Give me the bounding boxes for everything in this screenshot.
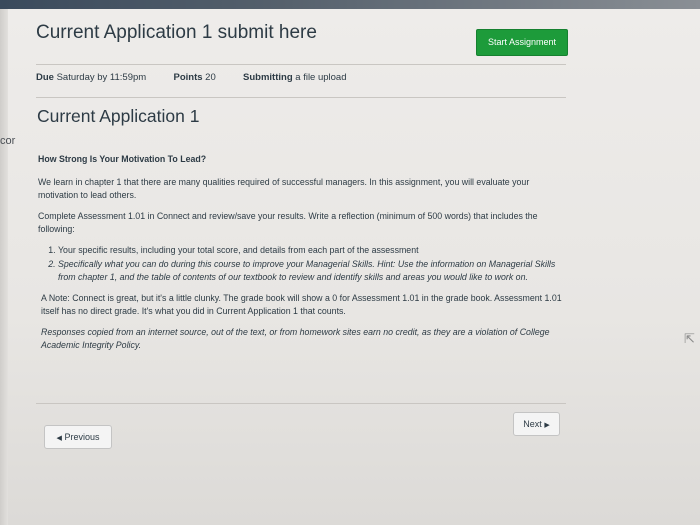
next-label: Next [523,419,542,429]
previous-label: Previous [64,432,100,442]
description-heading: How Strong Is Your Motivation To Lead? [38,154,207,164]
submitting-label: Submitting [243,72,293,83]
cursor-icon: ⇱ [684,331,695,346]
sidebar-item-fragment[interactable]: cor [0,135,15,147]
points-value: 20 [205,72,216,83]
divider [36,97,566,98]
divider [36,403,566,404]
submitting-value: a file upload [295,72,347,83]
requirements-list: Your specific results, including your to… [38,244,568,284]
chevron-left-icon: ◀ [56,435,62,442]
description-paragraph: We learn in chapter 1 that there are man… [38,177,530,200]
start-assignment-button[interactable]: Start Assignment [476,29,568,56]
policy-paragraph: Responses copied from an internet source… [41,327,550,350]
due-label: Due [36,72,54,83]
divider [36,64,566,65]
due-value: Saturday by 11:59pm [56,72,147,83]
assignment-title: Current Application 1 [37,106,200,126]
assignment-description: How Strong Is Your Motivation To Lead? W… [38,153,568,360]
chevron-right-icon: ▶ [544,422,550,429]
page-title: Current Application 1 submit here [36,22,317,43]
page: cor Current Application 1 submit here St… [0,0,700,525]
left-sidebar-edge [0,9,8,525]
description-paragraph: Complete Assessment 1.01 in Connect and … [38,211,538,234]
next-button[interactable]: Next ▶ [513,412,560,436]
assignment-details: Due Saturday by 11:59pm Points 20 Submit… [36,72,347,83]
previous-button[interactable]: ◀ Previous [44,425,112,449]
list-item: Specifically what you can do during this… [58,258,568,284]
points-label: Points [173,72,203,83]
list-item: Your specific results, including your to… [58,244,568,257]
note-paragraph: A Note: Connect is great, but it's a lit… [41,293,562,316]
browser-top-strip [0,0,700,9]
